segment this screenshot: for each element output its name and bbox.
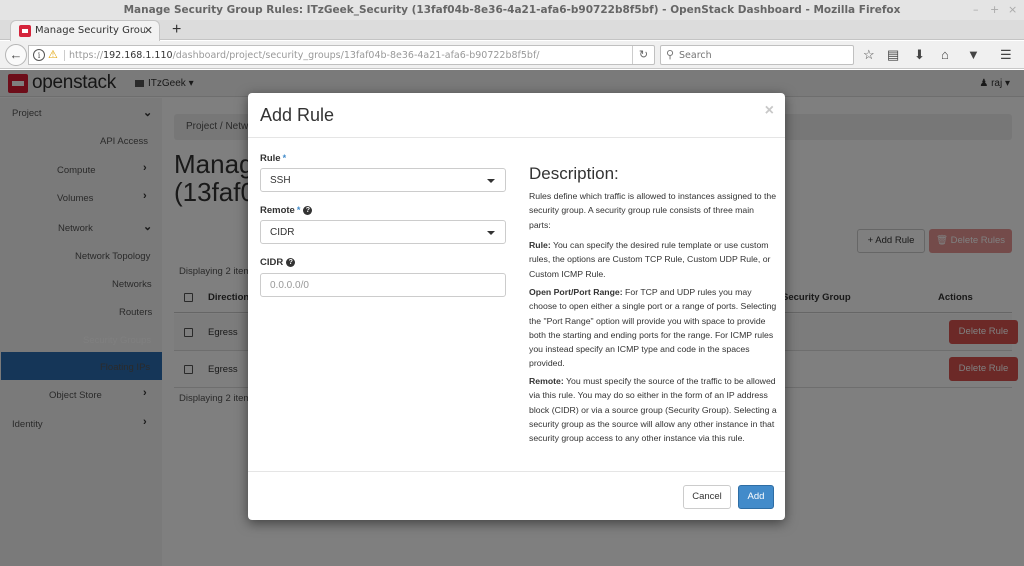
add-button[interactable]: Add (738, 485, 774, 509)
browser-tab[interactable]: Manage Security Group Rul ✕ (10, 20, 160, 41)
modal-footer: Cancel Add (248, 471, 785, 520)
download-icon[interactable]: ⬇ (914, 47, 925, 63)
description-remote-heading: Remote: (529, 376, 564, 386)
modal-header: Add Rule × (248, 93, 785, 138)
cancel-button[interactable]: Cancel (683, 485, 731, 509)
close-window-button[interactable]: × (1008, 3, 1017, 16)
tab-bar: Manage Security Group Rul ✕ + (0, 20, 1024, 41)
description-remote: Remote: You must specify the source of t… (529, 374, 777, 445)
description-intro: Rules define which traffic is allowed to… (529, 191, 777, 230)
close-tab-icon[interactable]: ✕ (144, 24, 153, 37)
caret-down-icon (487, 179, 495, 183)
url-path: /dashboard/project/security_groups/13faf… (172, 50, 540, 61)
search-icon: ⚲ (666, 49, 675, 61)
search-bar[interactable]: ⚲ (660, 45, 854, 65)
add-rule-modal: Add Rule × Rule * SSH Remote *? CIDR CIDR?… (248, 93, 785, 520)
required-asterisk: * (296, 205, 301, 215)
description-port-heading: Open Port/Port Range: (529, 287, 623, 297)
rule-select[interactable]: SSH (260, 168, 506, 192)
remote-select[interactable]: CIDR (260, 220, 506, 244)
navigation-toolbar: ← i ⚠ https://192.168.1.110/dashboard/pr… (0, 41, 1024, 69)
cidr-label: CIDR? (260, 257, 296, 268)
required-asterisk: * (282, 153, 287, 163)
remote-label-text: Remote (260, 205, 295, 216)
openstack-favicon-icon (19, 25, 31, 37)
remote-label: Remote *? (260, 205, 313, 216)
menu-hamburger-icon[interactable]: ☰ (1000, 47, 1012, 63)
minimize-button[interactable]: – (973, 3, 979, 16)
url-scheme: https:// (69, 50, 104, 61)
rule-label: Rule * (260, 153, 286, 164)
rule-label-text: Rule (260, 153, 281, 164)
bookmark-star-icon[interactable]: ☆ (863, 47, 875, 63)
url-text[interactable]: https://192.168.1.110/dashboard/project/… (64, 50, 540, 61)
rule-select-value: SSH (270, 175, 291, 186)
close-icon[interactable]: × (765, 102, 774, 120)
caret-down-icon (487, 231, 495, 235)
modal-title: Add Rule (260, 105, 335, 125)
info-icon[interactable]: i (33, 49, 45, 61)
description-title: Description: (529, 164, 619, 183)
description-rule: Rule: You can specify the desired rule t… (529, 238, 777, 281)
description-rule-text: You can specify the desired rule templat… (529, 240, 771, 279)
tab-label: Manage Security Group Rul (35, 25, 145, 36)
description-rule-heading: Rule: (529, 240, 551, 250)
description-port: Open Port/Port Range: For TCP and UDP ru… (529, 285, 777, 371)
description-port-text: For TCP and UDP rules you may choose to … (529, 287, 777, 369)
home-icon[interactable]: ⌂ (941, 47, 949, 62)
search-input[interactable] (679, 48, 849, 62)
url-host: 192.168.1.110 (103, 50, 173, 61)
help-icon[interactable]: ? (303, 205, 313, 215)
new-tab-button[interactable]: + (172, 21, 181, 39)
cidr-input[interactable] (260, 273, 506, 297)
insecure-lock-warning-icon[interactable]: ⚠ (48, 48, 58, 61)
reading-list-icon[interactable]: ▤ (887, 47, 899, 63)
remote-select-value: CIDR (270, 227, 295, 238)
window-title: Manage Security Group Rules: ITzGeek_Sec… (123, 4, 901, 16)
maximize-button[interactable]: + (990, 3, 999, 16)
help-icon[interactable]: ? (286, 257, 296, 267)
description-remote-text: You must specify the source of the traff… (529, 376, 777, 444)
reload-icon[interactable]: ↻ (632, 46, 654, 64)
window-titlebar: Manage Security Group Rules: ITzGeek_Sec… (0, 0, 1024, 20)
pocket-icon[interactable]: ▼ (967, 47, 980, 62)
back-button[interactable]: ← (5, 44, 27, 66)
cidr-label-text: CIDR (260, 257, 284, 268)
url-bar[interactable]: i ⚠ https://192.168.1.110/dashboard/proj… (28, 45, 655, 65)
